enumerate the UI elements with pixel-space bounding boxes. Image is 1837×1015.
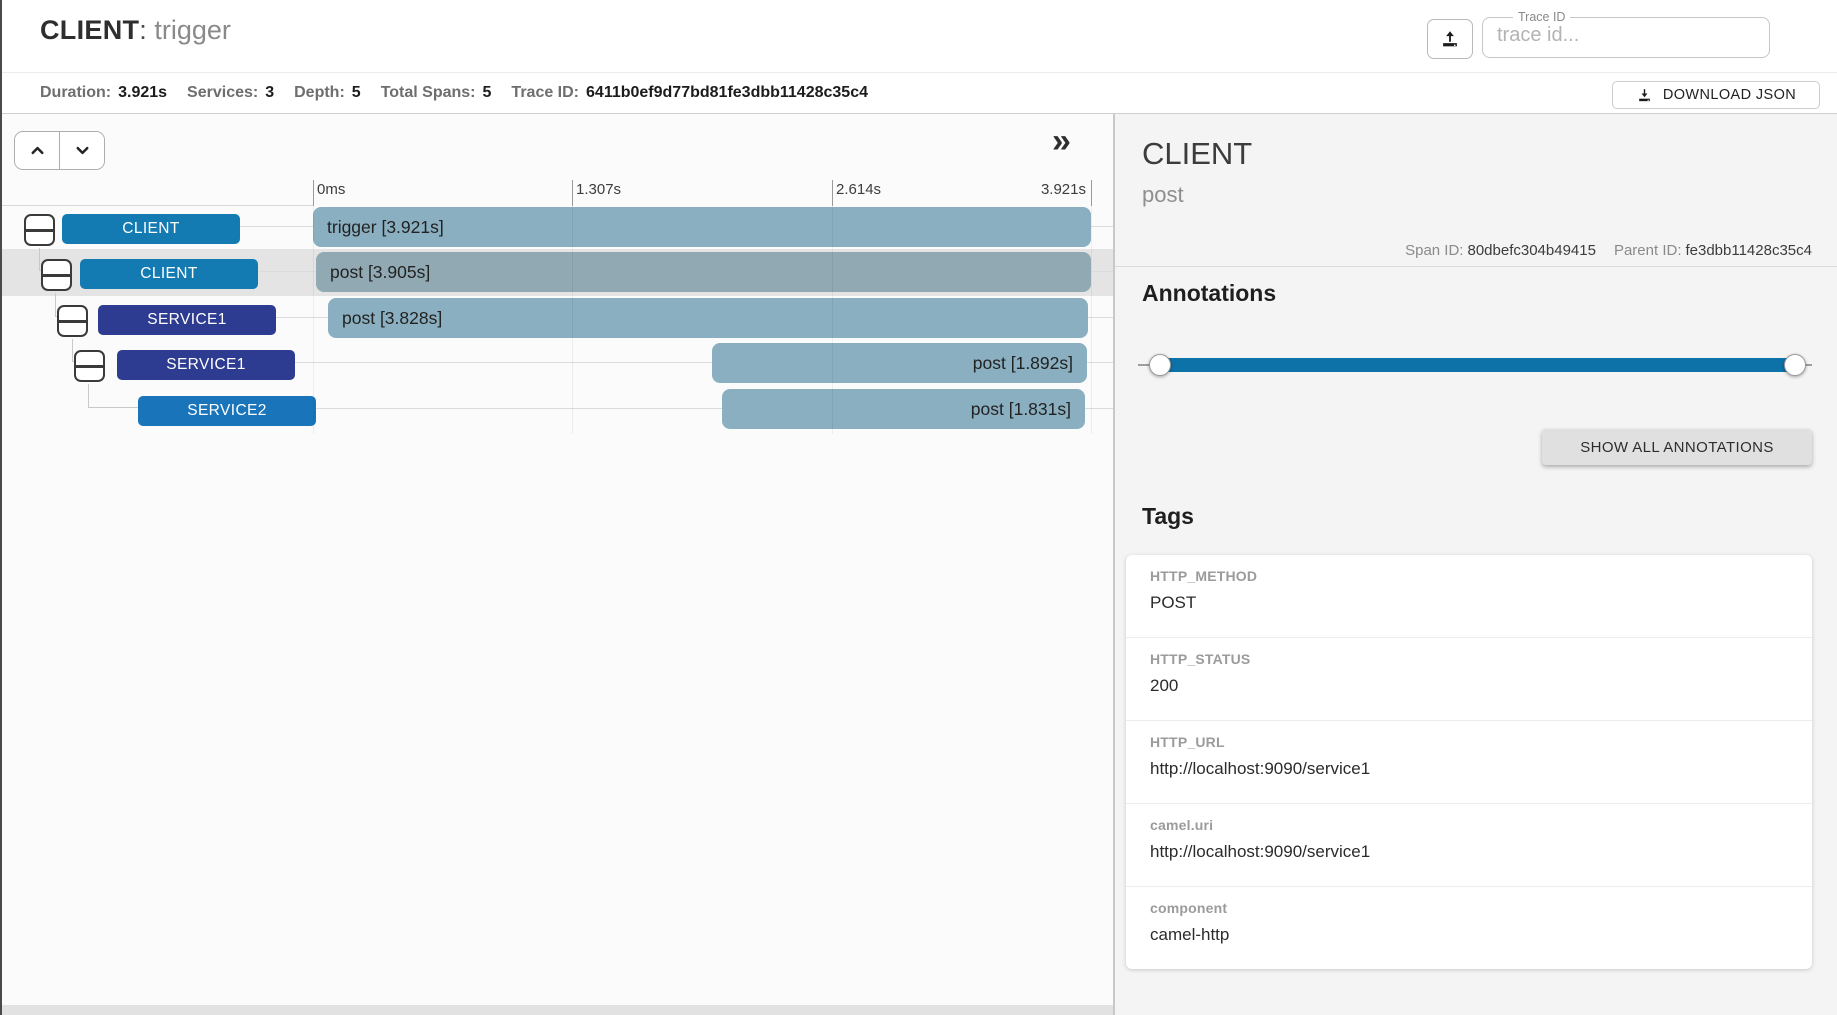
tree-connector xyxy=(88,384,138,408)
detail-span-name: post xyxy=(1142,182,1184,208)
timeline-chart: trigger [3.921s] post [3.905s] post [3.8… xyxy=(313,114,1091,1015)
upload-trace-button[interactable] xyxy=(1427,19,1473,59)
service-badge-row1[interactable]: CLIENT xyxy=(62,214,240,244)
page-title-separator: : xyxy=(139,15,147,45)
span-id-value: 80dbefc304b49415 xyxy=(1467,242,1595,259)
prev-span-button[interactable] xyxy=(15,132,60,169)
tag-row-http-url: HTTP_URL http://localhost:9090/service1 xyxy=(1126,721,1812,804)
tags-card: HTTP_METHOD POST HTTP_STATUS 200 HTTP_UR… xyxy=(1126,555,1812,969)
tag-row-camel-uri: camel.uri http://localhost:9090/service1 xyxy=(1126,804,1812,887)
tag-key: component xyxy=(1150,900,1788,916)
slider-track[interactable] xyxy=(1160,358,1795,372)
page-title-service: CLIENT xyxy=(40,15,139,45)
stat-duration: Duration:3.921s xyxy=(40,84,167,102)
detail-divider xyxy=(1115,266,1837,267)
trace-id-input[interactable] xyxy=(1495,24,1745,53)
span-ids: Span ID:80dbefc304b49415 Parent ID:fe3dbb… xyxy=(1405,242,1812,259)
download-json-button[interactable]: DOWNLOAD JSON xyxy=(1612,81,1820,109)
slider-handle-right[interactable] xyxy=(1784,354,1806,376)
stat-total-spans: Total Spans:5 xyxy=(381,84,492,102)
service-badge-row2[interactable]: CLIENT xyxy=(80,259,258,289)
page-title: CLIENT: trigger xyxy=(40,15,231,46)
page-title-span: trigger xyxy=(154,15,231,45)
tag-value: http://localhost:9090/service1 xyxy=(1150,759,1788,779)
tag-key: camel.uri xyxy=(1150,817,1788,833)
slider-handle-left[interactable] xyxy=(1149,354,1171,376)
span-bar-post-4[interactable]: post [1.831s] xyxy=(722,389,1085,429)
service-badge-row5[interactable]: SERVICE2 xyxy=(138,396,316,426)
stat-trace-id: Trace ID:6411b0ef9d77bd81fe3dbb11428c35c… xyxy=(511,84,868,102)
header: CLIENT: trigger Trace ID xyxy=(0,0,1837,72)
trace-id-field-label: Trace ID xyxy=(1513,10,1570,24)
span-bar-post-1[interactable]: post [3.905s] xyxy=(316,252,1091,292)
upload-icon xyxy=(1439,28,1461,50)
chevron-up-icon xyxy=(28,141,47,160)
annotations-heading: Annotations xyxy=(1142,280,1276,307)
axis-tick-3 xyxy=(1091,180,1092,206)
horizontal-scrollbar[interactable] xyxy=(0,1005,1113,1015)
axis-underline xyxy=(0,205,313,206)
tag-value: POST xyxy=(1150,593,1788,613)
trace-summary-bar: Duration:3.921s Services:3 Depth:5 Total… xyxy=(0,72,1837,114)
span-bar-post-3[interactable]: post [1.892s] xyxy=(712,343,1087,383)
service-badge-row4[interactable]: SERVICE1 xyxy=(117,350,295,380)
tag-value: 200 xyxy=(1150,676,1788,696)
chevron-down-icon xyxy=(73,141,92,160)
tags-heading: Tags xyxy=(1142,503,1194,530)
tag-row-http-method: HTTP_METHOD POST xyxy=(1126,555,1812,638)
collapse-span-icon[interactable] xyxy=(57,305,88,337)
tag-value: camel-http xyxy=(1150,925,1788,945)
tag-row-http-status: HTTP_STATUS 200 xyxy=(1126,638,1812,721)
span-bar-trigger[interactable]: trigger [3.921s] xyxy=(313,207,1091,247)
parent-id-value: fe3dbb11428c35c4 xyxy=(1685,242,1812,259)
show-all-annotations-button[interactable]: SHOW ALL ANNOTATIONS xyxy=(1542,429,1812,465)
span-detail-pane: CLIENT post Span ID:80dbefc304b49415 Pare… xyxy=(1115,114,1837,1015)
window-left-edge xyxy=(0,0,2,1015)
detail-service-name: CLIENT xyxy=(1142,136,1252,172)
span-id-label: Span ID: xyxy=(1405,242,1463,259)
tag-key: HTTP_STATUS xyxy=(1150,651,1788,667)
collapse-span-icon[interactable] xyxy=(41,259,72,291)
collapse-span-icon[interactable] xyxy=(74,350,105,382)
download-json-label: DOWNLOAD JSON xyxy=(1663,87,1796,103)
next-span-button[interactable] xyxy=(60,132,104,169)
service-badge-row3[interactable]: SERVICE1 xyxy=(98,305,276,335)
stat-depth: Depth:5 xyxy=(294,84,361,102)
trace-viewer-app: CLIENT: trigger Trace ID Duration:3.921s… xyxy=(0,0,1837,1015)
annotations-range-slider xyxy=(1138,351,1812,379)
collapse-span-icon[interactable] xyxy=(24,214,55,246)
span-nav-buttons xyxy=(14,131,105,170)
gridline xyxy=(1091,206,1092,434)
parent-id-label: Parent ID: xyxy=(1614,242,1682,259)
pane-divider xyxy=(1113,114,1115,1015)
timeline-pane: » 0ms 1.307s 2.614s 3.921s CLIENT CLIENT xyxy=(0,114,1113,1015)
tag-row-component: component camel-http xyxy=(1126,887,1812,969)
tag-key: HTTP_URL xyxy=(1150,734,1788,750)
stat-services: Services:3 xyxy=(187,84,274,102)
tag-value: http://localhost:9090/service1 xyxy=(1150,842,1788,862)
trace-id-field: Trace ID xyxy=(1482,10,1770,58)
tag-key: HTTP_METHOD xyxy=(1150,568,1788,584)
span-bar-post-2[interactable]: post [3.828s] xyxy=(328,298,1088,338)
download-icon xyxy=(1636,87,1653,104)
